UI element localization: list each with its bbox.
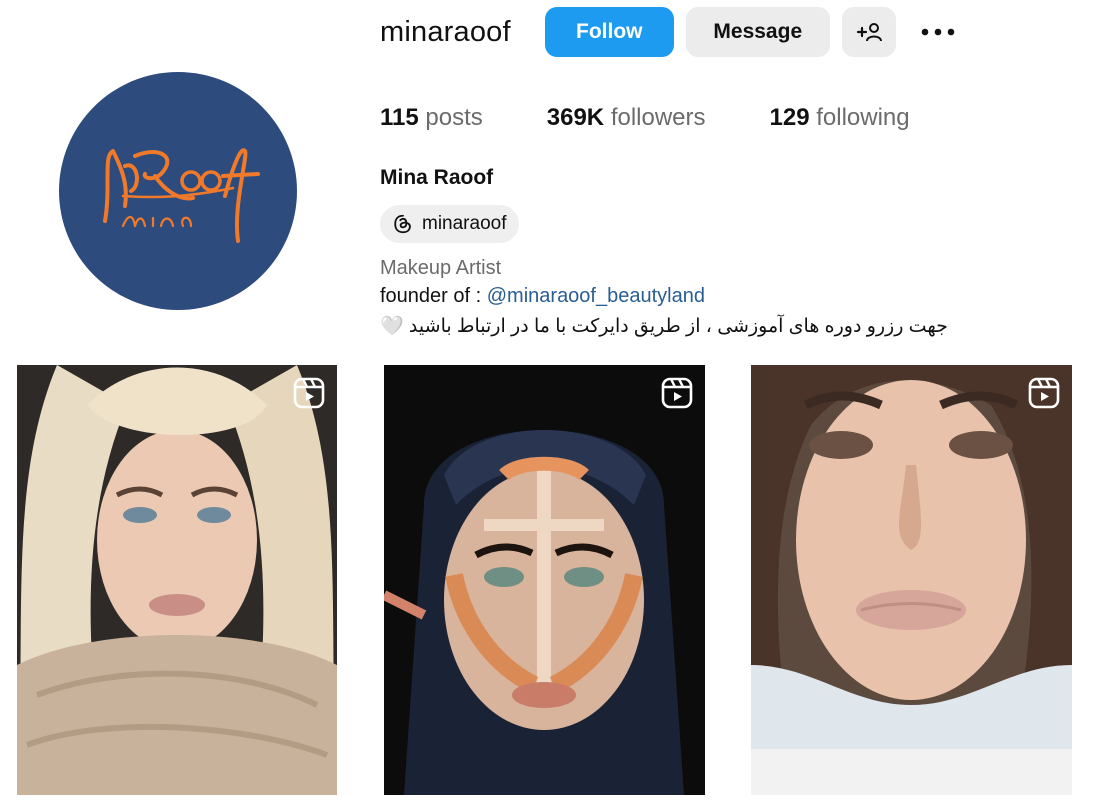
following-count: 129 [769,104,810,131]
post-photo [17,365,337,795]
threads-handle: minaraoof [422,213,507,234]
post-photo [384,365,705,795]
followers-label: followers [610,104,706,131]
follow-button[interactable]: Follow [544,7,674,57]
reels-icon [1028,377,1060,409]
posts-label: posts [425,104,483,131]
posts-stat: 115 posts [380,104,483,132]
threads-badge[interactable]: minaraoof [380,205,519,243]
bio-persian-text: جهت رزرو دوره های آموزشی ، از طریق دایرک… [380,316,948,337]
suggest-users-button[interactable] [841,7,896,57]
post-tile[interactable] [384,365,705,795]
profile-avatar[interactable] [59,72,297,310]
raoof-logo [103,148,260,243]
more-options-button[interactable] [918,7,958,57]
message-button[interactable]: Message [685,7,830,57]
profile-full-name: Mina Raoof [380,166,494,189]
post-tile-placeholder [751,749,1072,795]
bio-founder-prefix: founder of : [380,285,487,307]
bio-founder-line: founder of : @minaraoof_beautyland [380,285,705,308]
reels-icon [293,377,325,409]
add-user-icon [856,23,882,42]
following-stat[interactable]: 129 following [770,104,910,132]
profile-username: minaraoof [380,15,511,48]
bio-mention-link[interactable]: @minaraoof_beautyland [487,285,705,307]
followers-count: 369K [546,104,605,131]
profile-stats: 115 posts 369K followers 129 following [380,100,974,136]
profile-header-bar: minaraoof Follow Message [380,6,958,58]
following-label: following [816,104,910,131]
post-tile[interactable] [751,365,1072,749]
threads-icon [394,214,411,234]
posts-count: 115 [380,104,419,131]
followers-stat[interactable]: 369K followers [547,104,706,132]
bio-category: Makeup Artist [380,257,502,279]
more-horizontal-icon [921,28,955,36]
post-tile[interactable] [17,365,337,795]
reels-icon [661,377,693,409]
post-photo [751,365,1072,749]
